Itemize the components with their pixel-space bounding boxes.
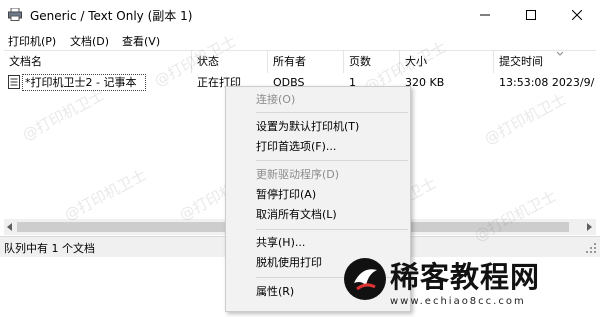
menu-item-set-default[interactable]: 设置为默认打印机(T): [256, 118, 359, 136]
scroll-right-icon[interactable]: [587, 223, 593, 231]
close-button[interactable]: [554, 0, 600, 30]
logo-url: www.echiao8cc.com: [390, 296, 526, 307]
column-header-name[interactable]: 文档名: [4, 51, 192, 73]
document-icon: [8, 75, 20, 89]
column-header-owner[interactable]: 所有者: [268, 51, 344, 73]
sort-chevron-icon: [556, 51, 564, 56]
column-header-status[interactable]: 状态: [192, 51, 268, 73]
logo-emblem-icon: [344, 258, 386, 300]
site-logo: 稀客教程网 www.echiao8cc.com: [342, 252, 594, 314]
menu-item-offline[interactable]: 脱机使用打印: [256, 254, 322, 272]
print-queue-window: Generic / Text Only (副本 1) 打印机(P) 文档(D) …: [0, 0, 600, 317]
menu-item-pause[interactable]: 暂停打印(A): [256, 186, 316, 204]
maximize-icon: [526, 10, 536, 20]
menu-item-share[interactable]: 共享(H)...: [256, 234, 305, 252]
minimize-icon: [480, 14, 490, 16]
status-text: 队列中有 1 个文档: [4, 242, 95, 255]
maximize-button[interactable]: [508, 0, 554, 30]
title-bar[interactable]: Generic / Text Only (副本 1): [0, 0, 600, 30]
window-title: Generic / Text Only (副本 1): [30, 9, 193, 23]
menu-separator: [256, 112, 408, 113]
menu-separator: [256, 160, 408, 161]
minimize-button[interactable]: [462, 0, 508, 30]
scroll-left-icon[interactable]: [7, 223, 13, 231]
column-header-submitted[interactable]: 提交时间: [494, 51, 596, 73]
close-icon: [572, 10, 582, 20]
row-submitted-time: 13:53:08 2023/9/: [499, 76, 595, 89]
menu-view[interactable]: 查看(V): [120, 32, 162, 50]
menu-item-properties[interactable]: 属性(R): [256, 283, 294, 301]
row-document-name: *打印机卫士2 - 记事本: [25, 76, 137, 89]
column-header-pages[interactable]: 页数: [344, 51, 400, 73]
menu-separator: [256, 229, 408, 230]
menu-item-preferences[interactable]: 打印首选项(F)...: [256, 138, 336, 156]
menu-document[interactable]: 文档(D): [68, 32, 111, 50]
menu-bar: 打印机(P) 文档(D) 查看(V): [0, 30, 600, 50]
menu-item-connect: 连接(O): [256, 93, 296, 106]
logo-name: 稀客教程网: [390, 260, 541, 294]
row-size: 320 KB: [405, 76, 445, 89]
menu-printer[interactable]: 打印机(P): [6, 32, 58, 50]
printer-icon: [8, 8, 22, 21]
menu-item-update-driver: 更新驱动程序(D): [256, 168, 340, 181]
column-header-size[interactable]: 大小: [400, 51, 494, 73]
menu-item-cancel-all[interactable]: 取消所有文档(L): [256, 206, 337, 224]
